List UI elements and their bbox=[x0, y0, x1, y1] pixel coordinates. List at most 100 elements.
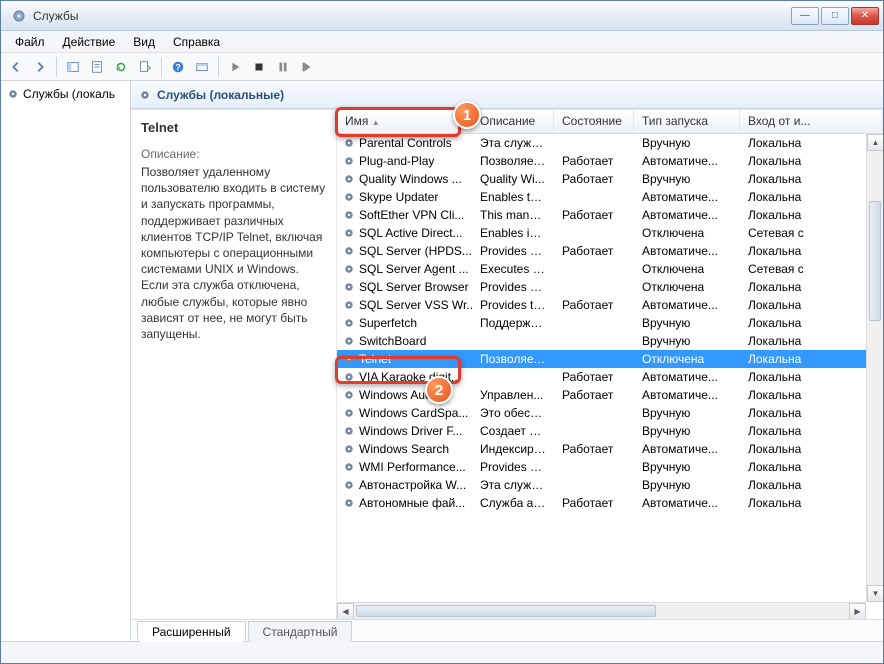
service-row[interactable]: SQL Server (HPDS...Provides st...Работае… bbox=[337, 242, 883, 260]
cell-name: Parental Controls bbox=[337, 136, 472, 150]
scroll-thumb-v[interactable] bbox=[869, 201, 881, 321]
col-description[interactable]: Описание bbox=[472, 110, 554, 133]
forward-button[interactable] bbox=[29, 56, 51, 78]
service-row[interactable]: SuperfetchПоддержи...ВручнуюЛокальна bbox=[337, 314, 883, 332]
main-body: Службы (локаль Службы (локальные) Telnet… bbox=[1, 81, 883, 641]
service-row[interactable]: Windows AudioУправлен...РаботаетАвтомати… bbox=[337, 386, 883, 404]
service-row[interactable]: WMI Performance...Provides p...ВручнуюЛо… bbox=[337, 458, 883, 476]
minimize-button[interactable]: — bbox=[791, 7, 819, 25]
service-row[interactable]: Quality Windows ...Quality Wi...Работает… bbox=[337, 170, 883, 188]
scroll-left-button[interactable]: ◀ bbox=[337, 603, 354, 619]
refresh-button[interactable] bbox=[110, 56, 132, 78]
scroll-up-button[interactable]: ▲ bbox=[867, 134, 883, 151]
cell-name: Windows CardSpa... bbox=[337, 406, 472, 420]
export-button[interactable] bbox=[134, 56, 156, 78]
cell-startup: Отключена bbox=[634, 280, 740, 294]
service-row[interactable]: VIA Karaoke digit...РаботаетАвтоматиче..… bbox=[337, 368, 883, 386]
cell-startup: Автоматиче... bbox=[634, 244, 740, 258]
titlebar: Службы — □ ✕ bbox=[1, 1, 883, 31]
cell-desc: Управлен... bbox=[472, 388, 554, 402]
cell-name: Автономные фай... bbox=[337, 496, 472, 510]
scroll-thumb-h[interactable] bbox=[356, 605, 656, 617]
close-button[interactable]: ✕ bbox=[851, 7, 879, 25]
col-logon[interactable]: Вход от и... bbox=[740, 110, 883, 133]
scrollbar-horizontal[interactable]: ◀ ▶ bbox=[337, 602, 866, 619]
tab-extended[interactable]: Расширенный bbox=[137, 621, 246, 642]
cell-name: Plug-and-Play bbox=[337, 154, 472, 168]
properties-button[interactable] bbox=[86, 56, 108, 78]
cell-startup: Автоматиче... bbox=[634, 154, 740, 168]
service-row[interactable]: Skype UpdaterEnables th...Автоматиче...Л… bbox=[337, 188, 883, 206]
cell-startup: Отключена bbox=[634, 226, 740, 240]
cell-logon: Локальна bbox=[740, 442, 883, 456]
rows-container: Parental ControlsЭта служб...ВручнуюЛока… bbox=[337, 134, 883, 619]
toolbar-btn-8[interactable] bbox=[191, 56, 213, 78]
col-startup[interactable]: Тип запуска bbox=[634, 110, 740, 133]
service-row[interactable]: Windows SearchИндексиро...РаботаетАвтома… bbox=[337, 440, 883, 458]
cell-state: Работает bbox=[554, 154, 634, 168]
service-row[interactable]: Windows CardSpa...Это обесп...ВручнуюЛок… bbox=[337, 404, 883, 422]
cell-desc: Enables th... bbox=[472, 190, 554, 204]
maximize-button[interactable]: □ bbox=[821, 7, 849, 25]
cell-logon: Локальна bbox=[740, 496, 883, 510]
cell-logon: Сетевая с bbox=[740, 226, 883, 240]
cell-name: Windows Audio bbox=[337, 388, 472, 402]
view-tabs: Расширенный Стандартный bbox=[131, 619, 883, 641]
separator bbox=[56, 57, 57, 77]
detail-title: Telnet bbox=[141, 120, 326, 135]
scrollbar-vertical[interactable]: ▲ ▼ bbox=[866, 134, 883, 602]
service-row[interactable]: TelnetПозволяет...ОтключенаЛокальна bbox=[337, 350, 883, 368]
service-row[interactable]: Parental ControlsЭта служб...ВручнуюЛока… bbox=[337, 134, 883, 152]
col-name[interactable]: Имя ▲ bbox=[337, 110, 472, 133]
cell-desc: Поддержи... bbox=[472, 316, 554, 330]
service-row[interactable]: SwitchBoardВручнуюЛокальна bbox=[337, 332, 883, 350]
cell-name: Skype Updater bbox=[337, 190, 472, 204]
menu-action[interactable]: Действие bbox=[55, 33, 124, 51]
service-row[interactable]: Автономные фай...Служба ав...РаботаетАвт… bbox=[337, 494, 883, 512]
cell-startup: Автоматиче... bbox=[634, 208, 740, 222]
tab-standard[interactable]: Стандартный bbox=[248, 621, 353, 642]
cell-startup: Автоматиче... bbox=[634, 298, 740, 312]
stop-button[interactable] bbox=[248, 56, 270, 78]
scroll-track-v[interactable] bbox=[867, 151, 883, 585]
restart-button[interactable] bbox=[296, 56, 318, 78]
cell-logon: Локальна bbox=[740, 316, 883, 330]
service-row[interactable]: SoftEther VPN Cli...This mana...Работает… bbox=[337, 206, 883, 224]
play-button[interactable] bbox=[224, 56, 246, 78]
detail-panel: Telnet Описание: Позволяет удаленному по… bbox=[131, 110, 336, 619]
service-row[interactable]: Автонастройка W...Эта служб...ВручнуюЛок… bbox=[337, 476, 883, 494]
cell-startup: Автоматиче... bbox=[634, 496, 740, 510]
gear-icon bbox=[139, 89, 151, 101]
cell-logon: Локальна bbox=[740, 136, 883, 150]
help-button[interactable]: ? bbox=[167, 56, 189, 78]
scroll-down-button[interactable]: ▼ bbox=[867, 585, 883, 602]
service-row[interactable]: SQL Active Direct...Enables int...Отключ… bbox=[337, 224, 883, 242]
cell-desc: Создает пр... bbox=[472, 424, 554, 438]
service-row[interactable]: Windows Driver F...Создает пр...ВручнуюЛ… bbox=[337, 422, 883, 440]
col-state[interactable]: Состояние bbox=[554, 110, 634, 133]
show-hide-tree-button[interactable] bbox=[62, 56, 84, 78]
content-body: Telnet Описание: Позволяет удаленному по… bbox=[131, 109, 883, 619]
cell-logon: Сетевая с bbox=[740, 262, 883, 276]
service-row[interactable]: SQL Server Agent ...Executes jo...Отключ… bbox=[337, 260, 883, 278]
service-row[interactable]: SQL Server BrowserProvides S...Отключена… bbox=[337, 278, 883, 296]
cell-logon: Локальна bbox=[740, 190, 883, 204]
scroll-right-button[interactable]: ▶ bbox=[849, 603, 866, 619]
column-headers: Имя ▲ Описание Состояние Тип запуска Вхо… bbox=[337, 110, 883, 134]
tree-services-local[interactable]: Службы (локаль bbox=[3, 85, 128, 103]
cell-name: Windows Driver F... bbox=[337, 424, 472, 438]
cell-state: Работает bbox=[554, 370, 634, 384]
cell-name: Windows Search bbox=[337, 442, 472, 456]
cell-logon: Локальна bbox=[740, 388, 883, 402]
service-row[interactable]: SQL Server VSS Wr...Provides th...Работа… bbox=[337, 296, 883, 314]
menubar: Файл Действие Вид Справка bbox=[1, 31, 883, 53]
pause-button[interactable] bbox=[272, 56, 294, 78]
menu-file[interactable]: Файл bbox=[7, 33, 53, 51]
cell-desc: Это обесп... bbox=[472, 406, 554, 420]
back-button[interactable] bbox=[5, 56, 27, 78]
menu-view[interactable]: Вид bbox=[125, 33, 163, 51]
scroll-track-h[interactable] bbox=[354, 603, 849, 619]
menu-help[interactable]: Справка bbox=[165, 33, 228, 51]
service-row[interactable]: Plug-and-PlayПозволяет...РаботаетАвтомат… bbox=[337, 152, 883, 170]
cell-desc: Enables int... bbox=[472, 226, 554, 240]
